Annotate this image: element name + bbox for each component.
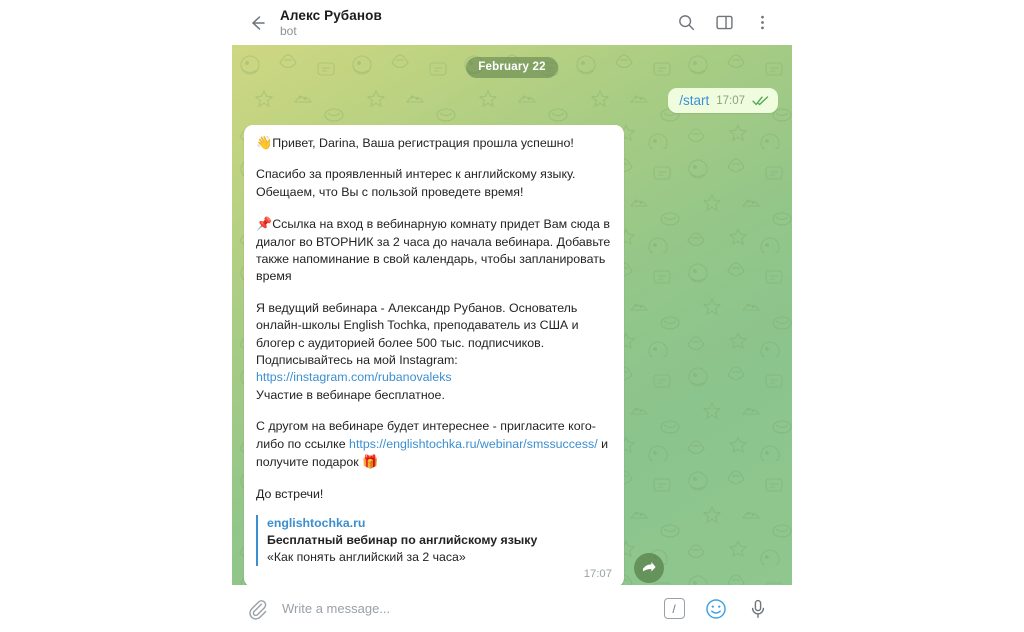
search-icon <box>678 15 694 31</box>
header-actions <box>674 11 792 35</box>
message-paragraph-thanks: Спасибо за проявленный интерес к английс… <box>256 167 576 199</box>
chat-subtitle: bot <box>280 23 297 38</box>
outgoing-message-bubble[interactable]: /start 17:07 <box>668 88 778 113</box>
waving-hand-emoji: 👋 <box>256 135 273 150</box>
host-text: Я ведущий вебинара - Александр Рубанов. … <box>256 300 579 368</box>
voice-record-button[interactable] <box>746 597 770 621</box>
date-divider: February 22 <box>466 57 558 78</box>
pushpin-emoji: 📌 <box>256 216 273 232</box>
link-info-text: Ссылка на вход в вебинарную комнату прид… <box>256 217 611 284</box>
forward-arrow-icon <box>643 561 656 572</box>
more-menu-button[interactable] <box>750 11 774 35</box>
more-vertical-icon <box>760 15 764 30</box>
bot-command-text[interactable]: /start <box>679 93 709 108</box>
message-list-inner: February 22 /start 17:07 👋Привет, Darina… <box>232 45 792 585</box>
gift-emoji: 🎁 <box>362 454 379 470</box>
instagram-link[interactable]: https://instagram.com/rubanovaleks <box>256 370 452 384</box>
search-button[interactable] <box>674 11 698 35</box>
link-preview-card[interactable]: englishtochka.ru Бесплатный вебинар по а… <box>256 514 612 566</box>
slash-glyph: / <box>672 601 676 616</box>
outgoing-timestamp: 17:07 <box>716 94 745 107</box>
chat-title-block[interactable]: Алекс Рубанов bot <box>280 7 382 39</box>
smiley-icon <box>706 598 726 619</box>
outgoing-message-row: /start 17:07 <box>244 88 780 113</box>
message-list[interactable]: February 22 /start 17:07 👋Привет, Darina… <box>232 45 792 585</box>
webinar-invite-link[interactable]: https://englishtochka.ru/webinar/smssucc… <box>349 437 598 451</box>
back-arrow-icon <box>252 15 265 30</box>
telegram-chat-window: Алекс Рубанов bot February 22 /start 17:… <box>0 0 1024 632</box>
command-button[interactable]: / <box>662 597 686 621</box>
greeting-text: Привет, Darina, Ваша регистрация прошла … <box>272 136 574 150</box>
message-paragraph-link-info: 📌Ссылка на вход в вебинарную комнату при… <box>256 215 612 286</box>
forward-button[interactable] <box>634 552 664 583</box>
incoming-message-row: 👋Привет, Darina, Ваша регистрация прошла… <box>244 125 780 585</box>
link-preview-title: Бесплатный вебинар по английскому языку <box>267 532 538 547</box>
slash-command-icon: / <box>663 598 685 619</box>
message-composer: / <box>232 585 792 632</box>
emoji-button[interactable] <box>704 597 728 621</box>
message-paragraph-invite: С другом на вебинаре будет интереснее - … <box>256 418 612 471</box>
microphone-icon <box>751 599 765 618</box>
read-receipt-icon <box>752 95 769 106</box>
composer-actions: / <box>662 597 792 621</box>
message-input[interactable] <box>280 600 662 617</box>
link-preview-site: englishtochka.ru <box>267 515 366 530</box>
incoming-message-bubble[interactable]: 👋Привет, Darina, Ваша регистрация прошла… <box>244 125 624 585</box>
attach-button[interactable] <box>242 594 272 624</box>
date-divider-row: February 22 <box>244 57 780 78</box>
chat-title: Алекс Рубанов <box>280 7 382 23</box>
toggle-panel-button[interactable] <box>712 11 736 35</box>
message-paragraph-greeting: 👋Привет, Darina, Ваша регистрация прошла… <box>256 134 612 152</box>
back-button[interactable] <box>240 6 274 40</box>
paperclip-icon <box>249 599 267 620</box>
message-paragraph-farewell: До встречи! <box>256 486 324 501</box>
chat-header: Алекс Рубанов bot <box>232 0 792 45</box>
incoming-timestamp: 17:07 <box>583 567 612 580</box>
free-participation-text: Участие в вебинаре бесплатное. <box>256 387 445 402</box>
split-panel-icon <box>715 15 733 30</box>
link-preview-description: «Как понять английский за 2 часа» <box>267 549 466 564</box>
message-paragraph-host: Я ведущий вебинара - Александр Рубанов. … <box>256 300 612 404</box>
